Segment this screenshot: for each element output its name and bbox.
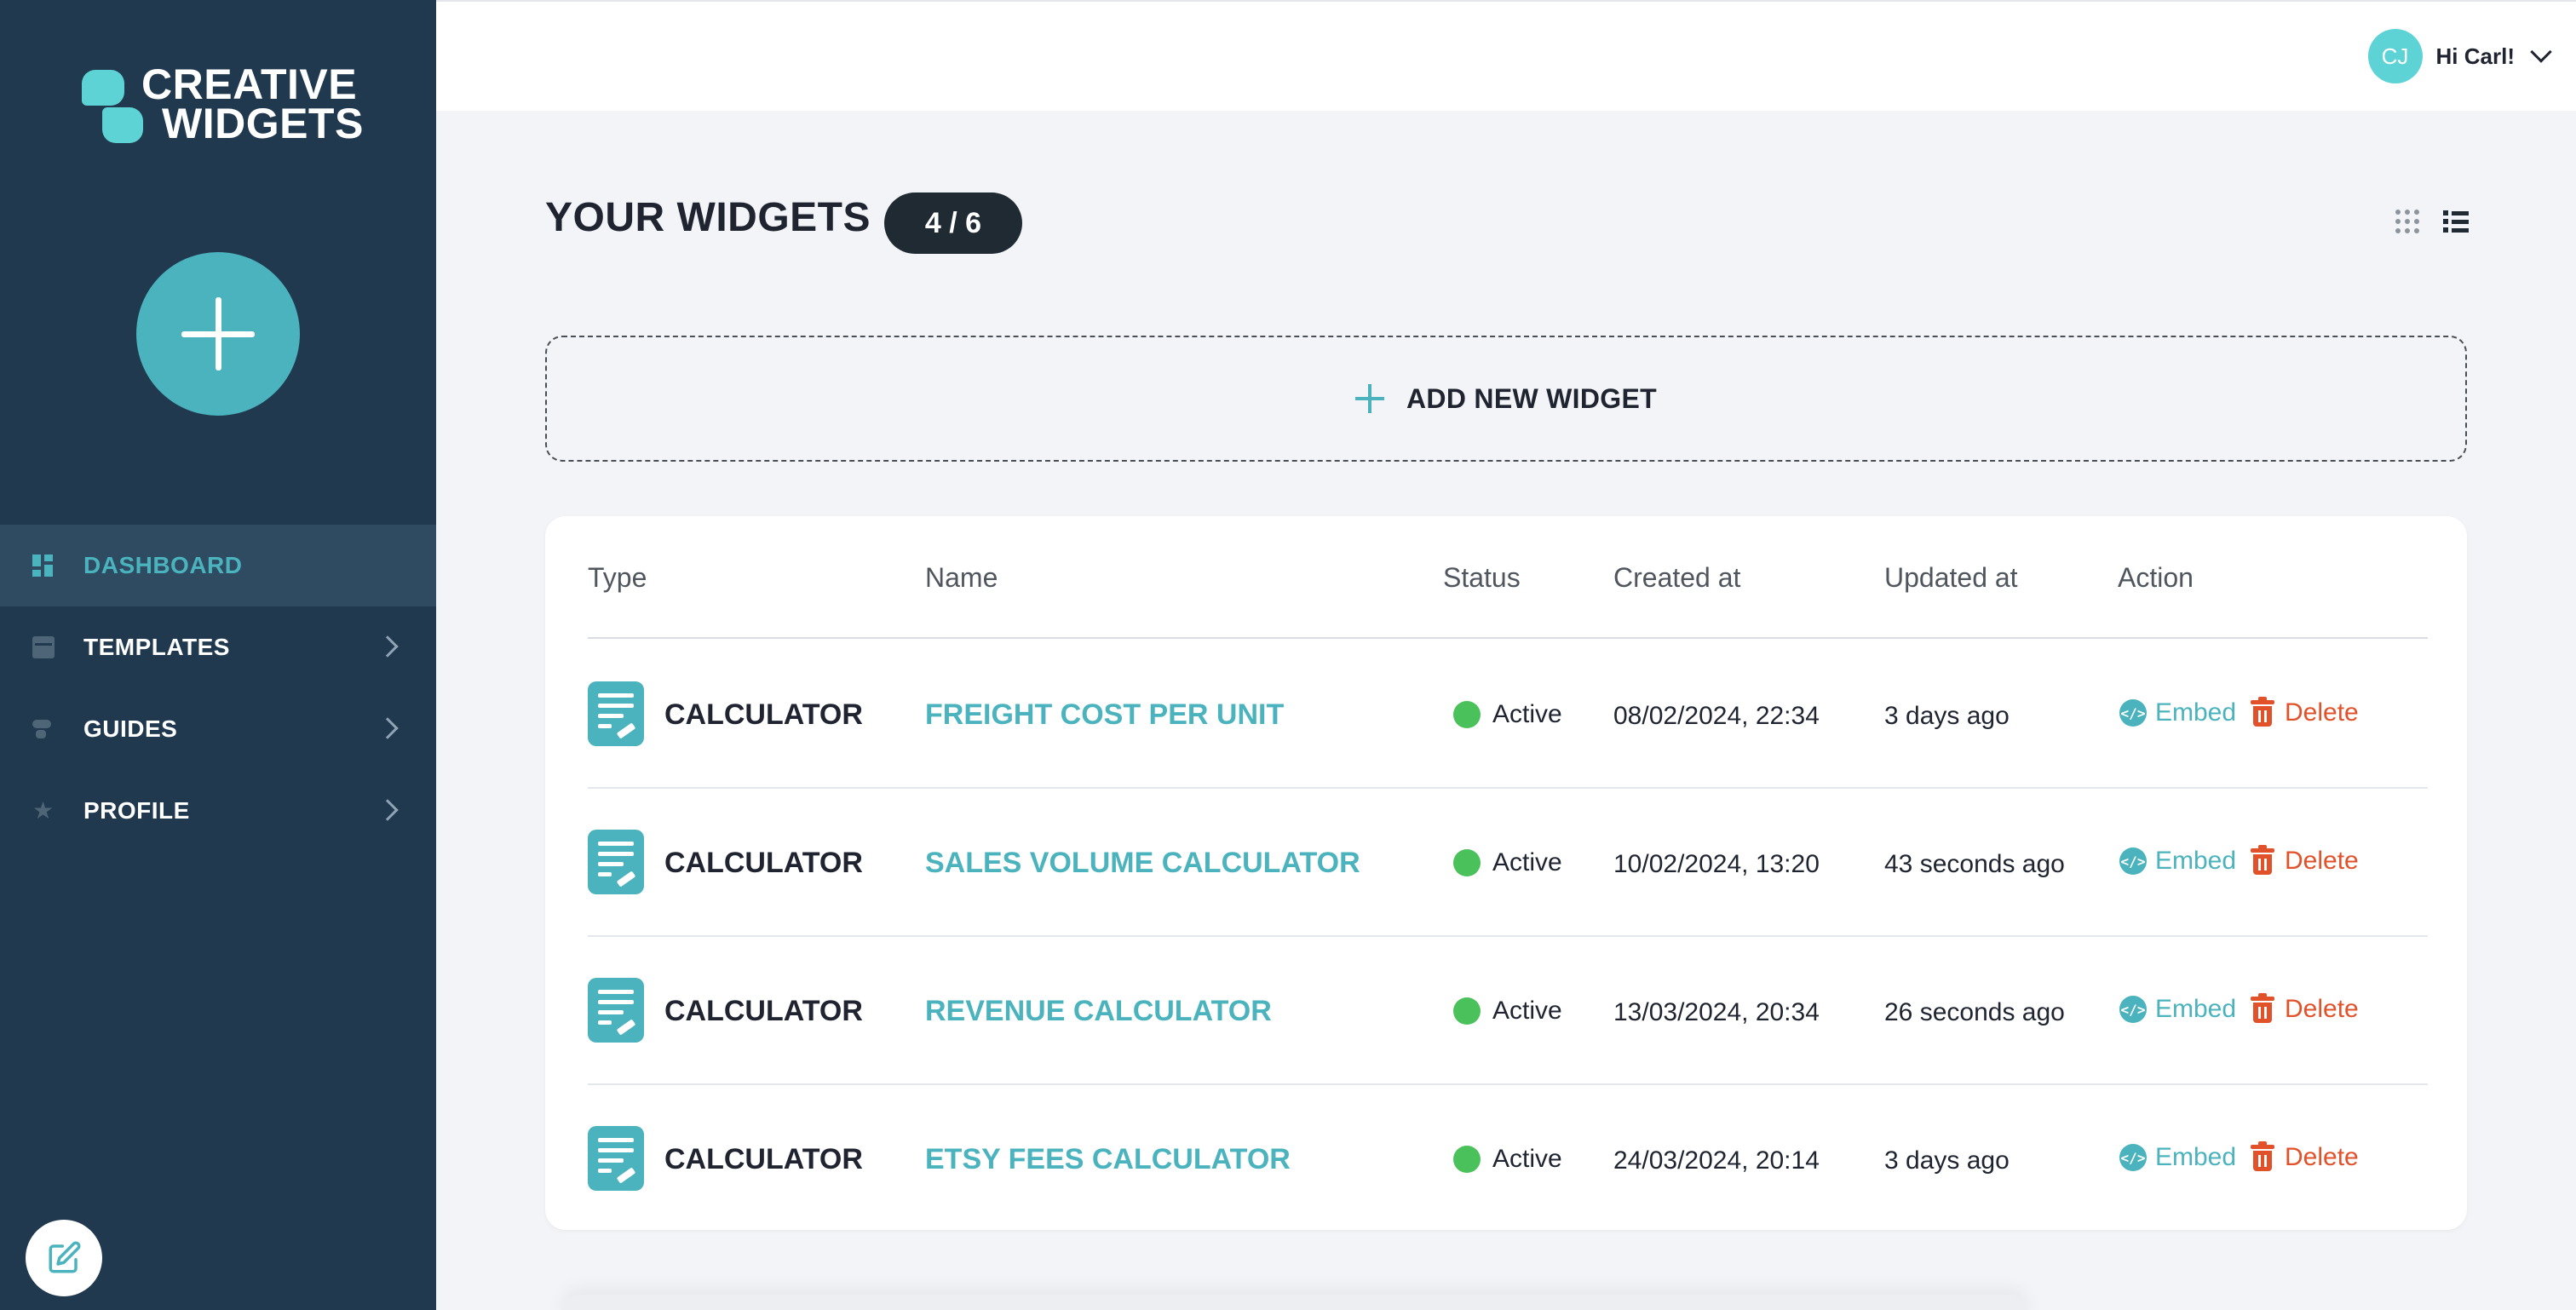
sidebar-item-label: DASHBOARD — [83, 552, 243, 578]
embed-button[interactable]: </> Embed — [2119, 698, 2236, 727]
brand-name: CREATIVE WIDGETS — [141, 60, 364, 147]
updated-at: 43 seconds ago — [1884, 850, 2065, 878]
trash-icon — [2251, 1141, 2274, 1172]
trash-icon — [2251, 993, 2274, 1024]
widget-name-link[interactable]: ETSY FEES CALCULATOR — [925, 1143, 1291, 1176]
table-row: CALCULATOR SALES VOLUME CALCULATOR Activ… — [588, 789, 2428, 937]
status-dot-icon — [1453, 1146, 1481, 1173]
sidebar-item-label: GUIDES — [83, 715, 178, 742]
chevron-down-icon — [2530, 41, 2552, 63]
column-header-type[interactable]: Type — [588, 562, 647, 594]
created-at: 08/02/2024, 22:34 — [1613, 702, 1820, 730]
delete-button[interactable]: Delete — [2251, 993, 2359, 1024]
sidebar-nav: DASHBOARD TEMPLATES GUIDES ★ PROFILE — [0, 525, 436, 852]
sidebar-item-profile[interactable]: ★ PROFILE — [0, 770, 436, 852]
updated-at: 3 days ago — [1884, 1146, 2010, 1175]
widget-name-link[interactable]: REVENUE CALCULATOR — [925, 995, 1272, 1028]
plus-icon — [1355, 384, 1385, 413]
list-view-icon[interactable] — [2441, 208, 2469, 235]
table-row: CALCULATOR FREIGHT COST PER UNIT Active … — [588, 641, 2428, 789]
table-row: CALCULATOR REVENUE CALCULATOR Active 13/… — [588, 937, 2428, 1085]
dashboard-icon — [32, 554, 55, 577]
embed-button[interactable]: </> Embed — [2119, 847, 2236, 876]
widget-type: CALCULATOR — [664, 1143, 863, 1175]
updated-at: 26 seconds ago — [1884, 998, 2065, 1026]
status-dot-icon — [1453, 997, 1481, 1025]
status-dot-icon — [1453, 849, 1481, 876]
column-header-name[interactable]: Name — [925, 562, 998, 594]
status-badge: Active — [1453, 997, 1562, 1026]
status-badge: Active — [1453, 700, 1562, 729]
delete-button[interactable]: Delete — [2251, 845, 2359, 876]
add-new-widget-label: ADD NEW WIDGET — [1406, 382, 1657, 414]
status-badge: Active — [1453, 1145, 1562, 1174]
star-icon: ★ — [32, 797, 55, 824]
templates-icon — [32, 636, 55, 658]
widget-type: CALCULATOR — [664, 995, 863, 1027]
brand-line-2: WIDGETS — [162, 100, 364, 147]
brand-logo[interactable]: CREATIVE WIDGETS — [82, 60, 364, 150]
sidebar-item-label: TEMPLATES — [83, 634, 230, 660]
widget-count-badge: 4 / 6 — [884, 192, 1022, 254]
widget-name-link[interactable]: FREIGHT COST PER UNIT — [925, 698, 1284, 732]
code-icon: </> — [2119, 847, 2147, 875]
edit-icon — [49, 1241, 81, 1273]
column-header-updated[interactable]: Updated at — [1884, 562, 2018, 594]
calculator-icon[interactable] — [588, 681, 644, 746]
created-at: 24/03/2024, 20:14 — [1613, 1146, 1820, 1175]
code-icon: </> — [2119, 1144, 2147, 1171]
embed-button[interactable]: </> Embed — [2119, 995, 2236, 1024]
updated-at: 3 days ago — [1884, 702, 2010, 730]
created-at: 10/02/2024, 13:20 — [1613, 850, 1820, 878]
user-greeting: Hi Carl! — [2435, 43, 2515, 69]
created-at: 13/03/2024, 20:34 — [1613, 998, 1820, 1026]
sidebar-item-dashboard[interactable]: DASHBOARD — [0, 525, 436, 606]
brand-line-1: CREATIVE — [141, 60, 358, 108]
widgets-table: Type Name Status Created at Updated at A… — [545, 516, 2467, 1230]
chevron-right-icon — [377, 635, 399, 658]
column-header-status[interactable]: Status — [1443, 562, 1521, 594]
grid-view-icon[interactable] — [2394, 208, 2421, 235]
calculator-icon[interactable] — [588, 830, 644, 894]
chevron-right-icon — [377, 799, 399, 821]
status-badge: Active — [1453, 848, 1562, 877]
edit-button[interactable] — [26, 1220, 102, 1296]
trash-icon — [2251, 845, 2274, 876]
add-new-widget-button[interactable]: ADD NEW WIDGET — [545, 336, 2467, 462]
widget-type: CALCULATOR — [664, 698, 863, 731]
widget-type: CALCULATOR — [664, 847, 863, 879]
avatar: CJ — [2367, 29, 2423, 83]
table-row: CALCULATOR ETSY FEES CALCULATOR Active 2… — [588, 1085, 2428, 1233]
code-icon: </> — [2119, 996, 2147, 1023]
sidebar-item-label: PROFILE — [83, 797, 190, 824]
user-menu[interactable]: CJ Hi Carl! — [2367, 29, 2552, 83]
page-title: YOUR WIDGETS — [545, 195, 871, 240]
column-header-created[interactable]: Created at — [1613, 562, 1740, 594]
delete-button[interactable]: Delete — [2251, 697, 2359, 727]
delete-button[interactable]: Delete — [2251, 1141, 2359, 1172]
sidebar-item-guides[interactable]: GUIDES — [0, 688, 436, 770]
chevron-right-icon — [377, 717, 399, 739]
trash-icon — [2251, 697, 2274, 727]
view-toggle — [2394, 208, 2469, 235]
code-icon: </> — [2119, 699, 2147, 727]
calculator-icon[interactable] — [588, 978, 644, 1043]
logo-mark-icon — [82, 70, 143, 148]
widget-name-link[interactable]: SALES VOLUME CALCULATOR — [925, 847, 1360, 880]
status-dot-icon — [1453, 701, 1481, 728]
create-widget-button[interactable] — [136, 252, 300, 416]
sidebar-item-templates[interactable]: TEMPLATES — [0, 606, 436, 688]
embed-button[interactable]: </> Embed — [2119, 1143, 2236, 1172]
next-section-edge — [562, 1295, 2027, 1310]
guides-icon — [32, 718, 55, 740]
sidebar: CREATIVE WIDGETS DASHBOARD TEMPLATES GUI… — [0, 0, 436, 1310]
column-header-action: Action — [2118, 562, 2194, 593]
top-bar: CJ Hi Carl! — [436, 0, 2576, 111]
calculator-icon[interactable] — [588, 1126, 644, 1191]
table-header: Type Name Status Created at Updated at A… — [588, 516, 2428, 639]
